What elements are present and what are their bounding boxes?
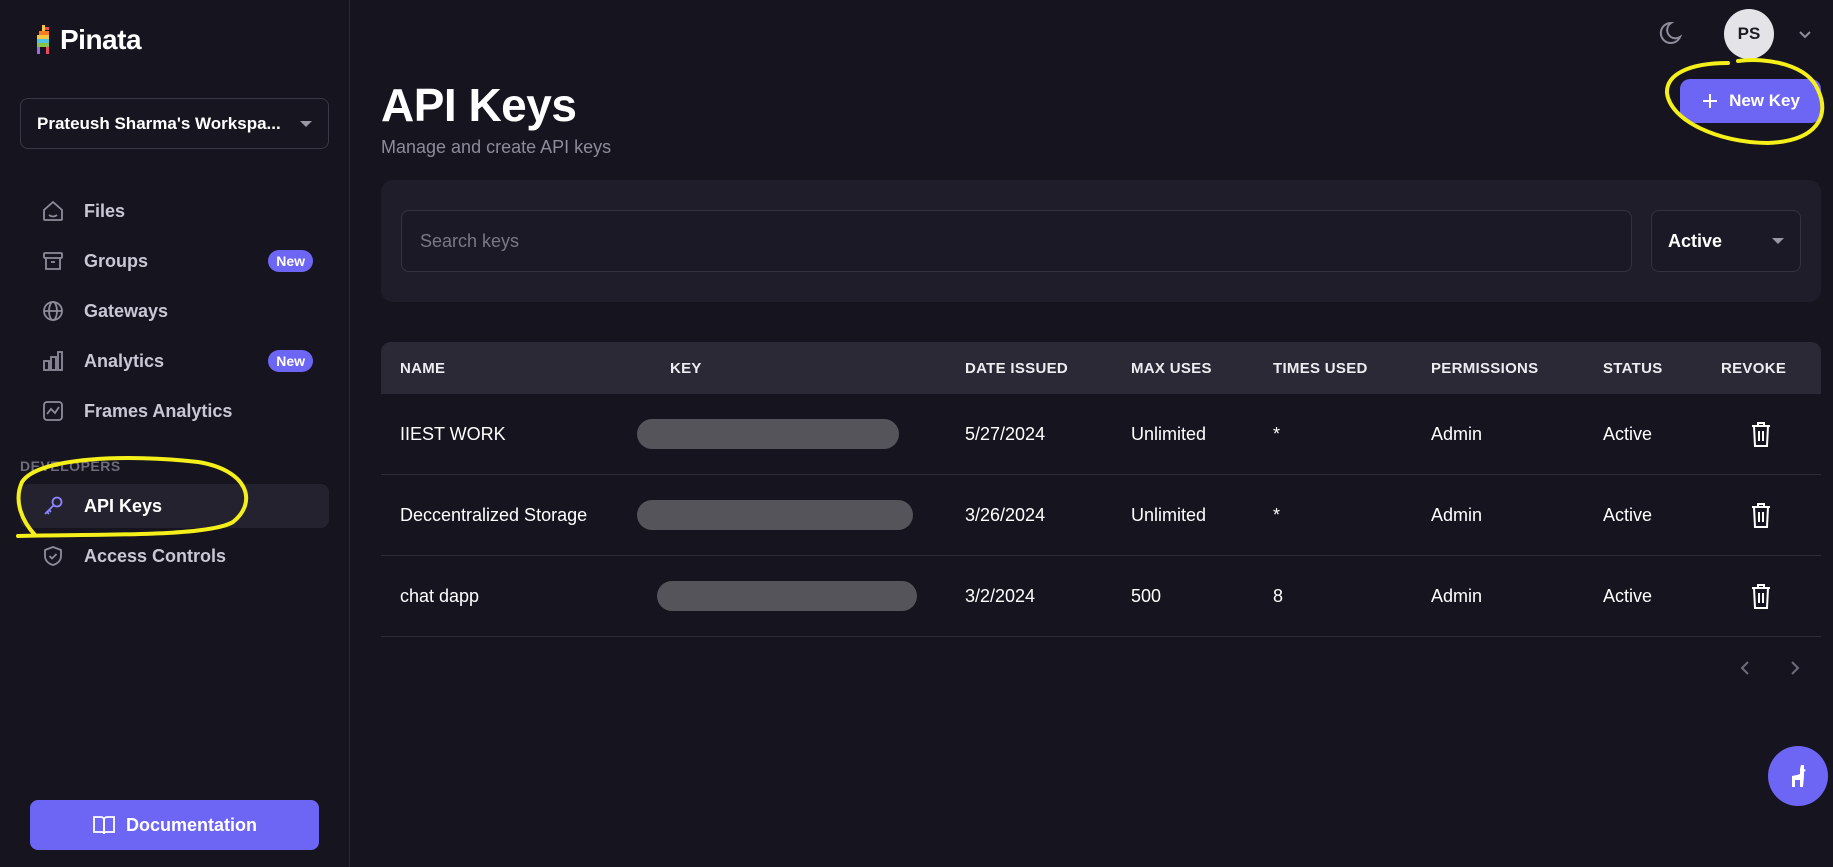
table-row: IIEST WORK 5/27/2024 Unlimited * Admin A… [381, 394, 1821, 475]
sidebar-item-api-keys[interactable]: API Keys [20, 484, 329, 528]
book-icon [93, 816, 115, 835]
sidebar-item-frames-analytics[interactable]: Frames Analytics [20, 389, 329, 433]
new-key-button[interactable]: New Key [1680, 79, 1821, 123]
permissions: Admin [1431, 585, 1483, 606]
sidebar-item-label: Groups [84, 250, 149, 271]
key-name: Deccentralized Storage [400, 504, 588, 525]
column-header-times-used: TIMES USED [1273, 359, 1368, 377]
table-row: Deccentralized Storage 3/26/2024 Unlimit… [381, 475, 1821, 556]
bar-chart-icon [40, 348, 66, 374]
sidebar-item-analytics[interactable]: Analytics New [20, 339, 329, 383]
times-used: 8 [1273, 585, 1284, 606]
developers-section-label: DEVELOPERS [20, 458, 121, 474]
chevron-down-icon[interactable] [1797, 26, 1813, 42]
avatar[interactable]: PS [1724, 9, 1774, 59]
redacted-key [657, 581, 917, 611]
permissions: Admin [1431, 423, 1483, 444]
column-header-date-issued: DATE ISSUED [965, 359, 1069, 377]
new-badge: New [268, 250, 313, 272]
date-issued: 3/2/2024 [965, 585, 1036, 606]
archive-icon [40, 248, 66, 274]
pinata-logo[interactable]: Pinata [34, 24, 142, 56]
chat-support-button[interactable] [1768, 746, 1828, 806]
permissions: Admin [1431, 504, 1483, 525]
trash-icon[interactable] [1749, 501, 1773, 529]
documentation-label: Documentation [125, 814, 257, 835]
status: Active [1603, 504, 1653, 525]
status: Active [1603, 423, 1653, 444]
max-uses: 500 [1131, 585, 1162, 606]
status-filter-select[interactable]: Active [1651, 210, 1801, 272]
table-header: NAME KEY DATE ISSUED MAX USES TIMES USED… [381, 342, 1821, 394]
column-header-permissions: PERMISSIONS [1431, 359, 1539, 377]
key-name: IIEST WORK [400, 423, 506, 444]
max-uses: Unlimited [1131, 423, 1207, 444]
column-header-max-uses: MAX USES [1131, 359, 1212, 377]
sidebar: Pinata Prateush Sharma's Workspa... File… [0, 0, 350, 867]
pinata-logo-icon [37, 25, 49, 54]
search-input[interactable] [401, 210, 1632, 272]
moon-icon[interactable] [1658, 18, 1688, 48]
date-issued: 3/26/2024 [965, 504, 1046, 525]
new-badge: New [268, 350, 313, 372]
sidebar-item-label: Frames Analytics [84, 400, 233, 421]
trash-icon[interactable] [1749, 420, 1773, 448]
workspace-selector[interactable]: Prateush Sharma's Workspa... [20, 98, 329, 149]
table-row: chat dapp 3/2/2024 500 8 Admin Active [381, 556, 1821, 637]
max-uses: Unlimited [1131, 504, 1207, 525]
sidebar-item-label: Access Controls [84, 545, 227, 566]
sidebar-item-label: Files [84, 200, 126, 221]
sidebar-item-access-controls[interactable]: Access Controls [20, 534, 329, 578]
line-chart-icon [40, 398, 66, 424]
chevron-right-icon[interactable] [1785, 658, 1805, 678]
new-key-label: New Key [1729, 91, 1800, 110]
column-header-key: KEY [670, 359, 702, 377]
sidebar-item-files[interactable]: Files [20, 189, 329, 233]
times-used: * [1273, 504, 1281, 525]
key-icon [40, 493, 66, 519]
page-title: API Keys [381, 79, 577, 131]
times-used: * [1273, 423, 1281, 444]
redacted-key [637, 419, 899, 449]
redacted-key [637, 500, 913, 530]
sidebar-item-groups[interactable]: Groups New [20, 239, 329, 283]
documentation-button[interactable]: Documentation [30, 800, 319, 850]
filter-panel: Active [381, 180, 1821, 302]
column-header-revoke: REVOKE [1721, 359, 1787, 377]
key-name: chat dapp [400, 585, 480, 606]
chevron-left-icon[interactable] [1735, 658, 1755, 678]
caret-down-icon [1772, 238, 1784, 244]
globe-icon [40, 298, 66, 324]
llama-icon [1792, 765, 1806, 787]
status: Active [1603, 585, 1653, 606]
shield-check-icon [40, 543, 66, 569]
api-keys-table: NAME KEY DATE ISSUED MAX USES TIMES USED… [381, 342, 1821, 637]
sidebar-item-label: API Keys [84, 495, 163, 516]
home-icon [40, 198, 66, 224]
sidebar-item-gateways[interactable]: Gateways [20, 289, 329, 333]
column-header-status: STATUS [1603, 359, 1663, 377]
brand-name: Pinata [60, 24, 142, 55]
sidebar-item-label: Analytics [84, 350, 165, 371]
column-header-name: NAME [400, 359, 446, 377]
page-subtitle: Manage and create API keys [381, 137, 612, 157]
sidebar-item-label: Gateways [84, 300, 169, 321]
status-filter-value: Active [1668, 230, 1723, 251]
date-issued: 5/27/2024 [965, 423, 1046, 444]
caret-down-icon [300, 120, 312, 127]
workspace-label: Prateush Sharma's Workspa... [37, 113, 281, 133]
plus-icon [1703, 94, 1718, 108]
trash-icon[interactable] [1749, 582, 1773, 610]
